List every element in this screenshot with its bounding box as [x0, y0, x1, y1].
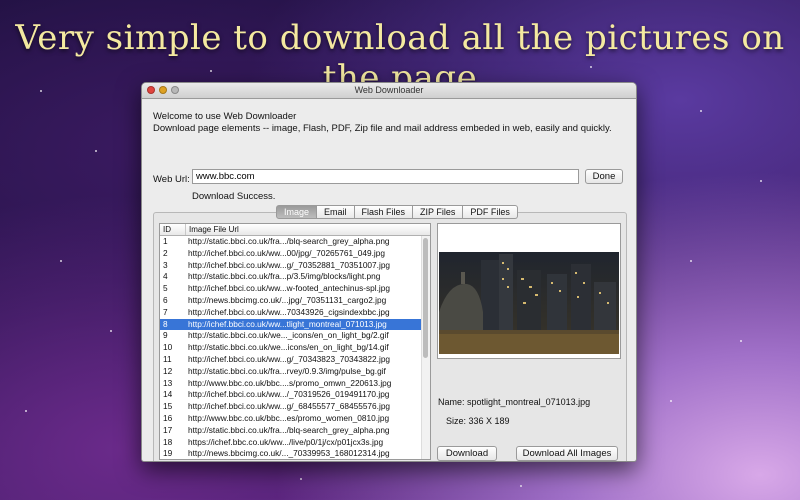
- row-id: 14: [163, 389, 173, 400]
- city-night-photo: [439, 252, 619, 354]
- row-url: http://www.bbc.co.uk/bbc....s/promo_omwn…: [188, 377, 392, 388]
- table-row[interactable]: 17 http://static.bbci.co.uk/fra.../blq-se…: [160, 425, 430, 437]
- title-bar[interactable]: Web Downloader: [142, 83, 636, 99]
- row-url: http://ichef.bbci.co.uk/ww...00/jpg/_702…: [188, 247, 385, 258]
- row-id: 1: [163, 236, 168, 246]
- table-row[interactable]: 16 http://www.bbc.co.uk/bbc...es/promo_wo…: [160, 413, 430, 425]
- table-header: ID Image File Url: [160, 224, 430, 236]
- welcome-line-2: Download page elements -- image, Flash, …: [153, 123, 612, 134]
- tab-bar: Image Email Flash Files ZIP Files PDF Files: [276, 205, 518, 219]
- row-url: http://www.bbc.co.uk/bbc...es/promo_wome…: [188, 412, 390, 423]
- row-url: http://ichef.bbci.co.uk/ww...g/_70343823…: [188, 353, 391, 364]
- app-window: Web Downloader Welcome to use Web Downlo…: [141, 82, 637, 462]
- row-id: 7: [163, 306, 168, 317]
- row-id: 19: [163, 448, 173, 459]
- table-row[interactable]: 5 http://ichef.bbci.co.uk/ww...w-footed_a…: [160, 283, 430, 295]
- table-body: 1 http://static.bbci.co.uk/fra.../blq-sea…: [160, 236, 430, 459]
- tab-zip-files[interactable]: ZIP Files: [413, 205, 464, 219]
- row-url: http://static.bbci.co.uk/we..._icons/en_…: [188, 330, 389, 341]
- row-url: http://ichef.bbci.co.uk/ww...70343926_ci…: [188, 306, 390, 317]
- zoom-button[interactable]: [171, 86, 179, 94]
- window-title: Web Downloader: [354, 85, 424, 95]
- row-id: 13: [163, 377, 173, 388]
- table-row[interactable]: 10 http://static.bbci.co.uk/we...icons/en…: [160, 342, 430, 354]
- row-id: 4: [163, 271, 168, 282]
- row-id: 15: [163, 401, 173, 412]
- row-url: http://ichef.bbci.co.uk/ww...w-footed_an…: [188, 283, 391, 294]
- row-url: http://news.bbcimg.co.uk/..._70339953_16…: [188, 448, 390, 459]
- table-row[interactable]: 6 http://news.bbcimg.co.uk/...jpg/_703511…: [160, 295, 430, 307]
- minimize-button[interactable]: [159, 86, 167, 94]
- table-row[interactable]: 9 http://static.bbci.co.uk/we..._icons/en…: [160, 330, 430, 342]
- image-preview: [437, 223, 621, 359]
- row-id: 2: [163, 247, 168, 258]
- row-url: http://static.bbci.co.uk/fra.../blq-sear…: [188, 424, 390, 435]
- row-id: 9: [163, 330, 168, 341]
- row-url: http://ichef.bbci.co.uk/ww...g/_70352881…: [188, 259, 391, 270]
- results-panel: ID Image File Url 1 http://static.bbci.co…: [153, 212, 627, 461]
- table-row[interactable]: 12 http://static.bbci.co.uk/fra...rvey/0.…: [160, 366, 430, 378]
- row-id: 16: [163, 412, 173, 423]
- row-id: 17: [163, 424, 173, 435]
- tab-email[interactable]: Email: [317, 205, 355, 219]
- table-row[interactable]: 11 http://ichef.bbci.co.uk/ww...g/_703438…: [160, 354, 430, 366]
- table-row[interactable]: 4 http://static.bbci.co.uk/fra...p/3.5/im…: [160, 271, 430, 283]
- download-button[interactable]: Download: [437, 446, 497, 461]
- row-url: http://ichef.bbci.co.uk/ww...g/_68455577…: [188, 401, 391, 412]
- done-button[interactable]: Done: [585, 169, 623, 184]
- row-url: http://ichef.bbci.co.uk/ww.../_70319526_…: [188, 389, 390, 400]
- table-row[interactable]: 8 http://ichef.bbci.co.uk/ww...tlight_mon…: [160, 318, 430, 331]
- row-id: 10: [163, 342, 173, 353]
- table-row[interactable]: 2 http://ichef.bbci.co.uk/ww...00/jpg/_70…: [160, 248, 430, 260]
- size-value: 336 X 189: [468, 416, 510, 426]
- row-id: 6: [163, 294, 168, 305]
- row-url: http://news.bbcimg.co.uk/...jpg/_7035113…: [188, 294, 387, 305]
- close-button[interactable]: [147, 86, 155, 94]
- preview-size-row: Size: 336 X 189: [446, 416, 510, 426]
- column-header-id[interactable]: ID: [160, 224, 186, 235]
- preview-photo: [439, 252, 619, 354]
- preview-name-row: Name: spotlight_montreal_071013.jpg: [438, 397, 590, 407]
- tab-image[interactable]: Image: [276, 205, 318, 219]
- table-row[interactable]: 3 http://ichef.bbci.co.uk/ww...g/_7035288…: [160, 260, 430, 272]
- name-value: spotlight_montreal_071013.jpg: [467, 397, 591, 407]
- table-row[interactable]: 19 http://news.bbcimg.co.uk/..._70339953_…: [160, 448, 430, 459]
- row-url: http://static.bbci.co.uk/we...icons/en_o…: [188, 342, 389, 353]
- table-row[interactable]: 14 http://ichef.bbci.co.uk/ww.../_7031952…: [160, 389, 430, 401]
- row-id: 18: [163, 436, 173, 447]
- url-input[interactable]: [192, 169, 579, 184]
- row-url: http://static.bbci.co.uk/fra.../blq-sear…: [188, 236, 390, 246]
- welcome-line-1: Welcome to use Web Downloader: [153, 111, 297, 122]
- download-all-button[interactable]: Download All Images: [516, 446, 618, 461]
- table-row[interactable]: 7 http://ichef.bbci.co.uk/ww...70343926_c…: [160, 307, 430, 319]
- welcome-text: Welcome to use Web Downloader Download p…: [153, 111, 623, 135]
- table-row[interactable]: 15 http://ichef.bbci.co.uk/ww...g/_684555…: [160, 401, 430, 413]
- column-header-url[interactable]: Image File Url: [186, 224, 239, 235]
- tab-flash-files[interactable]: Flash Files: [354, 205, 414, 219]
- tab-pdf-files[interactable]: PDF Files: [463, 205, 518, 219]
- row-url: http://static.bbci.co.uk/fra...rvey/0.9.…: [188, 365, 386, 376]
- scrollbar-thumb[interactable]: [423, 238, 428, 358]
- row-id: 3: [163, 259, 168, 270]
- row-url: http://static.bbci.co.uk/fra...p/3.5/img…: [188, 271, 381, 282]
- table-row[interactable]: 1 http://static.bbci.co.uk/fra.../blq-sea…: [160, 236, 430, 248]
- row-id: 5: [163, 283, 168, 294]
- table-row[interactable]: 13 http://www.bbc.co.uk/bbc....s/promo_om…: [160, 378, 430, 390]
- table-scrollbar[interactable]: [421, 236, 430, 459]
- name-label: Name:: [438, 397, 465, 407]
- image-table[interactable]: ID Image File Url 1 http://static.bbci.co…: [159, 223, 431, 460]
- url-label: Web Url:: [153, 174, 190, 185]
- row-id: 12: [163, 365, 173, 376]
- row-id: 8: [163, 318, 168, 329]
- window-controls: [147, 86, 179, 94]
- size-label: Size:: [446, 416, 467, 426]
- row-url: http://ichef.bbci.co.uk/ww...tlight_mont…: [188, 318, 387, 329]
- row-url: https://ichef.bbc.co.uk/ww.../live/p0/1j…: [188, 436, 384, 447]
- row-id: 11: [163, 353, 172, 364]
- status-text: Download Success.: [192, 191, 276, 202]
- table-row[interactable]: 18 https://ichef.bbc.co.uk/ww.../live/p0/…: [160, 437, 430, 449]
